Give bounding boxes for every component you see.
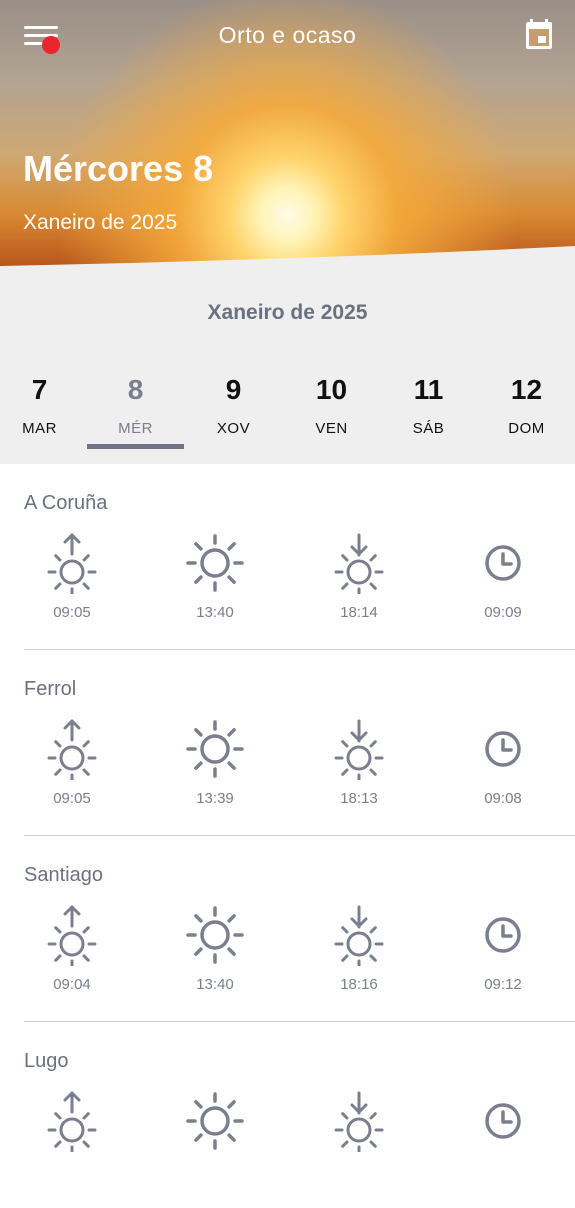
location-row[interactable]: Santiago 09:04 13:40 18:16 09:12 [0, 836, 575, 1022]
sun-icon [186, 1092, 244, 1150]
day-number: 8 [127, 374, 144, 405]
location-name: Santiago [24, 864, 103, 886]
sunrise-icon [47, 533, 97, 594]
day-number: 9 [225, 374, 242, 405]
sun-icon [186, 906, 244, 964]
day-tab[interactable]: 12 DOM [478, 374, 575, 437]
app-title: Orto e ocaso [218, 22, 357, 48]
sunrise-time: 09:05 [24, 532, 120, 621]
sunrise-value: 09:05 [53, 604, 91, 621]
day-number: 12 [510, 374, 543, 405]
sunrise-value: 09:05 [53, 790, 91, 807]
sunrise-time: 09:04 [24, 904, 120, 993]
clock-icon [485, 545, 521, 581]
day-name: MAR [22, 420, 57, 437]
solar-noon-time [167, 1090, 263, 1152]
header-hero: Orto e ocaso Mércores 8 Xaneiro de 2025 [0, 0, 575, 266]
sun-icon [186, 720, 244, 778]
location-name: Lugo [24, 1050, 69, 1072]
day-number: 10 [315, 374, 348, 405]
day-tab[interactable]: 7 MAR [0, 374, 88, 437]
sunrise-icon [47, 719, 97, 780]
location-row[interactable]: A Coruña 09:05 13:40 18:14 09:09 [0, 464, 575, 650]
selected-day-indicator [87, 444, 184, 449]
strip-month-label: Xaneiro de 2025 [207, 301, 368, 324]
sunrise-icon [47, 905, 97, 966]
sunset-time: 18:16 [311, 904, 407, 993]
daylight-duration: 09:08 [455, 718, 551, 807]
sunset-time: 18:13 [311, 718, 407, 807]
daylight-value: 09:12 [484, 976, 522, 993]
day-number: 7 [31, 374, 48, 405]
selected-month-title: Xaneiro de 2025 [23, 211, 178, 234]
sunset-value: 18:14 [340, 604, 378, 621]
daylight-duration: 09:12 [455, 904, 551, 993]
solar-noon-time: 13:40 [167, 532, 263, 621]
day-tab[interactable]: 11 SÁB [380, 374, 477, 437]
sunrise-time [24, 1090, 120, 1152]
location-row[interactable]: Lugo [0, 1022, 575, 1208]
calendar-icon [526, 19, 552, 49]
location-list: A Coruña 09:05 13:40 18:14 09:09 Ferrol … [0, 464, 575, 1208]
calendar-button[interactable] [524, 18, 554, 50]
noon-value: 13:39 [196, 790, 234, 807]
sunrise-time: 09:05 [24, 718, 120, 807]
sunset-time [311, 1090, 407, 1152]
date-strip: Xaneiro de 2025 7 MAR 8 MÉR 9 XOV 10 VEN… [0, 266, 575, 464]
daylight-duration [455, 1090, 551, 1152]
location-name: Ferrol [24, 678, 77, 700]
hero-curve [0, 246, 575, 266]
noon-value: 13:40 [196, 976, 234, 993]
sunset-icon [334, 719, 384, 780]
daylight-value: 09:08 [484, 790, 522, 807]
daylight-duration: 09:09 [455, 532, 551, 621]
day-name: DOM [508, 420, 545, 437]
sunset-icon [334, 533, 384, 594]
sunset-time: 18:14 [311, 532, 407, 621]
day-name: SÁB [412, 420, 445, 437]
day-tab-selected[interactable]: 8 MÉR [87, 374, 184, 437]
day-tab[interactable]: 10 VEN [283, 374, 380, 437]
clock-icon [485, 1103, 521, 1139]
clock-icon [485, 917, 521, 953]
sunrise-icon [47, 1091, 97, 1152]
sunset-value: 18:16 [340, 976, 378, 993]
sun-icon [186, 534, 244, 592]
solar-noon-time: 13:39 [167, 718, 263, 807]
day-name: XOV [216, 420, 251, 437]
location-name: A Coruña [24, 492, 108, 514]
day-tab[interactable]: 9 XOV [185, 374, 282, 437]
day-name: MÉR [118, 420, 153, 437]
day-name: VEN [315, 420, 348, 437]
noon-value: 13:40 [196, 604, 234, 621]
solar-noon-time: 13:40 [167, 904, 263, 993]
daylight-value: 09:09 [484, 604, 522, 621]
sunset-icon [334, 905, 384, 966]
sunset-icon [334, 1091, 384, 1152]
selected-day-title: Mércores 8 [23, 148, 214, 189]
day-number: 11 [413, 374, 444, 405]
location-row[interactable]: Ferrol 09:05 13:39 18:13 09:08 [0, 650, 575, 836]
sunset-value: 18:13 [340, 790, 378, 807]
clock-icon [485, 731, 521, 767]
sunrise-value: 09:04 [53, 976, 91, 993]
